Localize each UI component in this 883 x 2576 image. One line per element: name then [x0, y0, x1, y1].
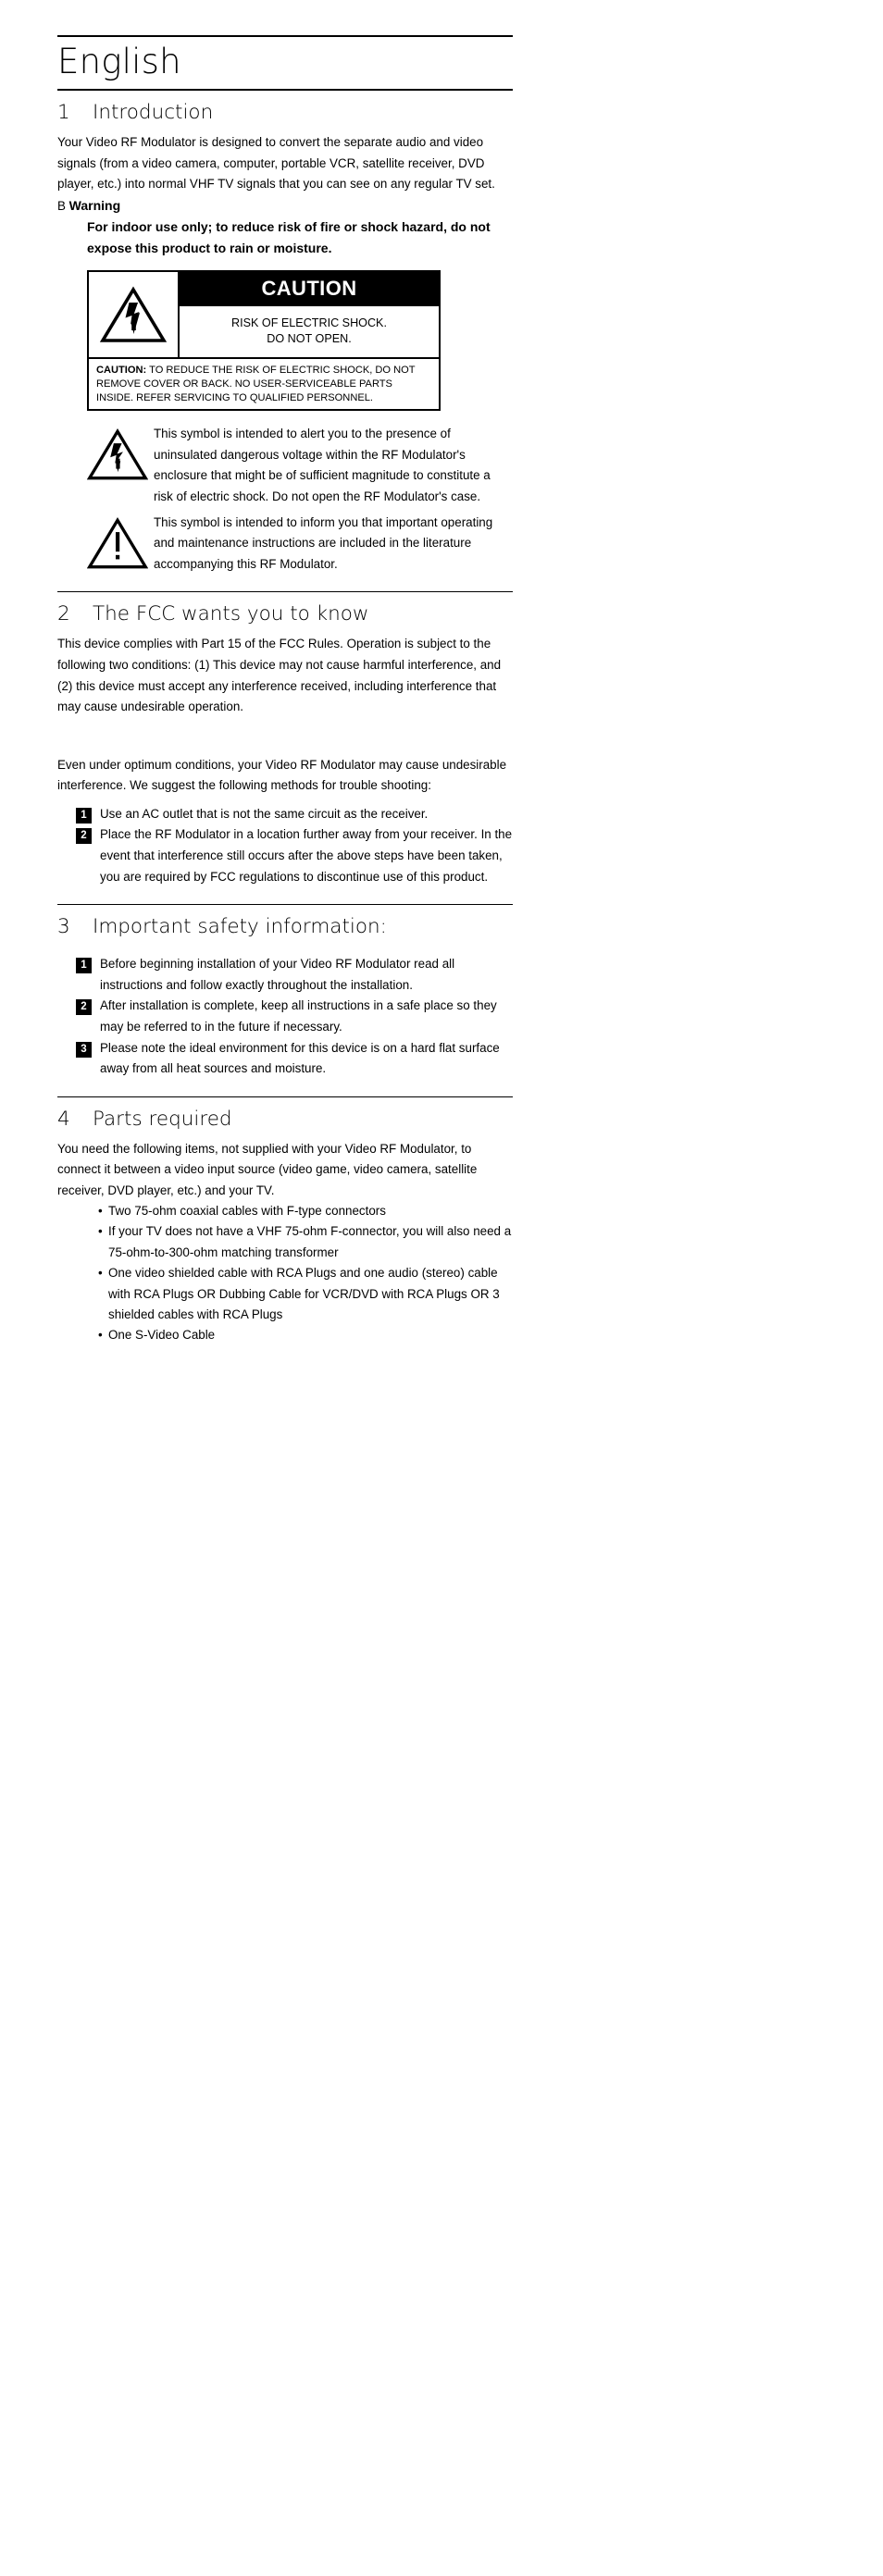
- list-item: 3 Please note the ideal environment for …: [76, 1038, 513, 1080]
- bullet-icon: •: [98, 1224, 103, 1239]
- step-number-badge: 1: [76, 807, 92, 824]
- page-title: English: [57, 42, 181, 81]
- caution-bottom-label: CAUTION:: [96, 365, 147, 377]
- bullet-icon: •: [98, 1266, 103, 1281]
- caution-box-bottom: CAUTION: TO REDUCE THE RISK OF ELECTRIC …: [89, 359, 439, 409]
- safety-steps-list: 1 Before beginning installation of your …: [57, 954, 513, 1080]
- symbol-note-text: This symbol is intended to alert you to …: [154, 427, 491, 503]
- bullet-text: One S-Video Cable: [108, 1328, 216, 1343]
- warning-body-text: For indoor use only; to reduce risk of f…: [87, 219, 491, 256]
- section-heading-fcc: 2 The FCC wants you to know: [57, 592, 826, 634]
- caution-box-top: CAUTION RISK OF ELECTRIC SHOCK. DO NOT O…: [89, 272, 439, 360]
- section-heading-parts: 4 Parts required: [57, 1097, 826, 1139]
- fcc-paragraph-2: Even under optimum conditions, your Vide…: [57, 757, 507, 793]
- caution-risk-text: RISK OF ELECTRIC SHOCK. DO NOT OPEN.: [180, 306, 439, 357]
- bullet-icon: •: [98, 1328, 103, 1343]
- list-item: 1 Before beginning installation of your …: [76, 954, 513, 996]
- caution-risk-line2: DO NOT OPEN.: [267, 331, 352, 345]
- section-title: Introduction: [93, 101, 214, 124]
- list-item: • One S-Video Cable: [98, 1325, 513, 1345]
- parts-bullet-list: • Two 75-ohm coaxial cables with F-type …: [98, 1201, 513, 1346]
- step-number-badge: 2: [76, 828, 92, 845]
- symbol-note-shock: This symbol is intended to alert you to …: [86, 424, 513, 507]
- section-title: Parts required: [93, 1107, 232, 1131]
- step-number-badge: 1: [76, 958, 92, 974]
- section-number: 3: [57, 915, 70, 939]
- section-title: The FCC wants you to know: [93, 602, 369, 626]
- section-number: 4: [57, 1107, 70, 1131]
- step-text: Use an AC outlet that is not the same ci…: [100, 806, 429, 821]
- step-text: After installation is complete, keep all…: [100, 998, 497, 1034]
- step-text: Please note the ideal environment for th…: [100, 1040, 500, 1076]
- bullet-text: Two 75-ohm coaxial cables with F-type co…: [108, 1204, 386, 1219]
- parts-paragraph: You need the following items, not suppli…: [57, 1141, 478, 1197]
- list-item: • One video shielded cable with RCA Plug…: [98, 1263, 513, 1325]
- list-item: 1 Use an AC outlet that is not the same …: [76, 804, 513, 825]
- bullet-text: One video shielded cable with RCA Plugs …: [108, 1266, 500, 1322]
- caution-heading: CAUTION: [180, 272, 439, 307]
- caution-risk-line1: RISK OF ELECTRIC SHOCK.: [231, 316, 387, 330]
- document-page: English 1 Introduction Your Video RF Mod…: [0, 0, 883, 2576]
- list-item: 2 After installation is complete, keep a…: [76, 996, 513, 1037]
- warning-icon: B: [57, 198, 66, 213]
- section-heading-safety: 3 Important safety information:: [57, 905, 826, 947]
- lightning-bolt-triangle-icon: [86, 424, 154, 507]
- symbol-note-instructions: This symbol is intended to inform you th…: [86, 513, 513, 576]
- list-item: • Two 75-ohm coaxial cables with F-type …: [98, 1201, 513, 1221]
- step-number-badge: 3: [76, 1041, 92, 1058]
- step-text: Place the RF Modulator in a location fur…: [100, 827, 513, 884]
- step-text: Before beginning installation of your Vi…: [100, 957, 455, 992]
- lightning-bolt-triangle-icon: [89, 272, 180, 358]
- fcc-paragraph-1: This device complies with Part 15 of the…: [57, 637, 502, 714]
- section-title: Important safety information:: [93, 915, 387, 939]
- caution-box: CAUTION RISK OF ELECTRIC SHOCK. DO NOT O…: [87, 270, 441, 412]
- section-number: 1: [57, 101, 70, 124]
- warning-heading: B Warning: [57, 195, 513, 217]
- exclamation-triangle-icon: [86, 513, 154, 576]
- introduction-paragraph: Your Video RF Modulator is designed to c…: [57, 135, 495, 192]
- step-number-badge: 2: [76, 999, 92, 1016]
- bullet-text: If your TV does not have a VHF 75-ohm F-…: [108, 1224, 512, 1259]
- section-number: 2: [57, 602, 70, 626]
- fcc-steps-list: 1 Use an AC outlet that is not the same …: [57, 804, 513, 887]
- symbol-note-text: This symbol is intended to inform you th…: [154, 514, 493, 571]
- caution-box-right: CAUTION RISK OF ELECTRIC SHOCK. DO NOT O…: [180, 272, 439, 357]
- warning-label: Warning: [68, 197, 121, 213]
- list-item: 2 Place the RF Modulator in a location f…: [76, 824, 513, 887]
- bullet-icon: •: [98, 1204, 103, 1219]
- section-heading-introduction: 1 Introduction: [57, 91, 826, 132]
- list-item: • If your TV does not have a VHF 75-ohm …: [98, 1221, 513, 1263]
